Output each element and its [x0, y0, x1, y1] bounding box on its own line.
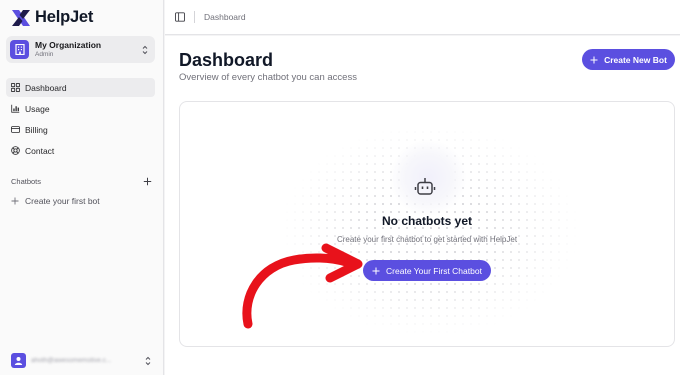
sidebar-item-billing[interactable]: Billing — [6, 120, 155, 139]
sidebar-item-dashboard[interactable]: Dashboard — [6, 78, 155, 97]
create-first-chatbot-label: Create Your First Chatbot — [386, 265, 482, 276]
create-first-bot-link[interactable]: Create your first bot — [11, 196, 100, 206]
org-name: My Organization — [35, 40, 102, 50]
page-title: Dashboard — [179, 50, 274, 70]
logo[interactable]: HelpJet — [11, 8, 93, 27]
plus-icon — [11, 197, 19, 205]
chatbots-section-header: Chatbots — [11, 177, 152, 186]
sidebar-item-usage[interactable]: Usage — [6, 99, 155, 118]
add-chatbot-plus-icon[interactable] — [143, 177, 152, 186]
app-name: HelpJet — [35, 8, 94, 26]
red-arrow-annotation — [242, 243, 363, 329]
grid-icon — [11, 83, 20, 92]
create-new-bot-button[interactable]: Create New Bot — [582, 49, 675, 70]
user-avatar-icon — [11, 353, 26, 368]
create-new-bot-label: Create New Bot — [604, 54, 667, 65]
plus-icon — [372, 267, 380, 274]
sidebar-item-label: Billing — [25, 124, 48, 135]
breadcrumb[interactable]: Dashboard — [204, 12, 246, 22]
sidebar-item-label: Contact — [25, 145, 55, 156]
topbar-divider — [194, 11, 195, 23]
page-subtitle: Overview of every chatbot you can access — [179, 72, 357, 83]
lifebuoy-icon — [11, 146, 20, 155]
bar-chart-icon — [11, 104, 20, 113]
building-icon — [10, 40, 29, 59]
top-bar: Dashboard — [165, 0, 680, 35]
org-switcher[interactable]: My Organization Admin — [6, 36, 155, 63]
sidebar-toggle-icon[interactable] — [175, 12, 185, 22]
sidebar-item-label: Usage — [25, 103, 50, 114]
chevrons-up-down-icon — [145, 356, 151, 365]
credit-card-icon — [11, 126, 20, 133]
empty-state-title: No chatbots yet — [381, 214, 472, 228]
sidebar-item-contact[interactable]: Contact — [6, 141, 155, 160]
create-first-chatbot-button[interactable]: Create Your First Chatbot — [363, 260, 491, 281]
user-menu[interactable]: ahoth@awesomemotive.c... — [11, 353, 152, 368]
create-first-bot-label: Create your first bot — [25, 196, 100, 206]
plus-icon — [590, 56, 598, 63]
org-role: Admin — [35, 50, 54, 58]
bot-icon — [414, 178, 436, 195]
user-email: ahoth@awesomemotive.c... — [31, 357, 112, 364]
sidebar: HelpJet My Organization Admin Dashboard … — [0, 0, 164, 375]
chevrons-up-down-icon — [142, 45, 148, 54]
sidebar-item-label: Dashboard — [25, 82, 67, 93]
sidebar-nav: Dashboard Usage Billing Contact — [6, 78, 155, 162]
helpjet-logo-icon — [12, 9, 30, 26]
chatbots-section-label: Chatbots — [11, 177, 42, 186]
